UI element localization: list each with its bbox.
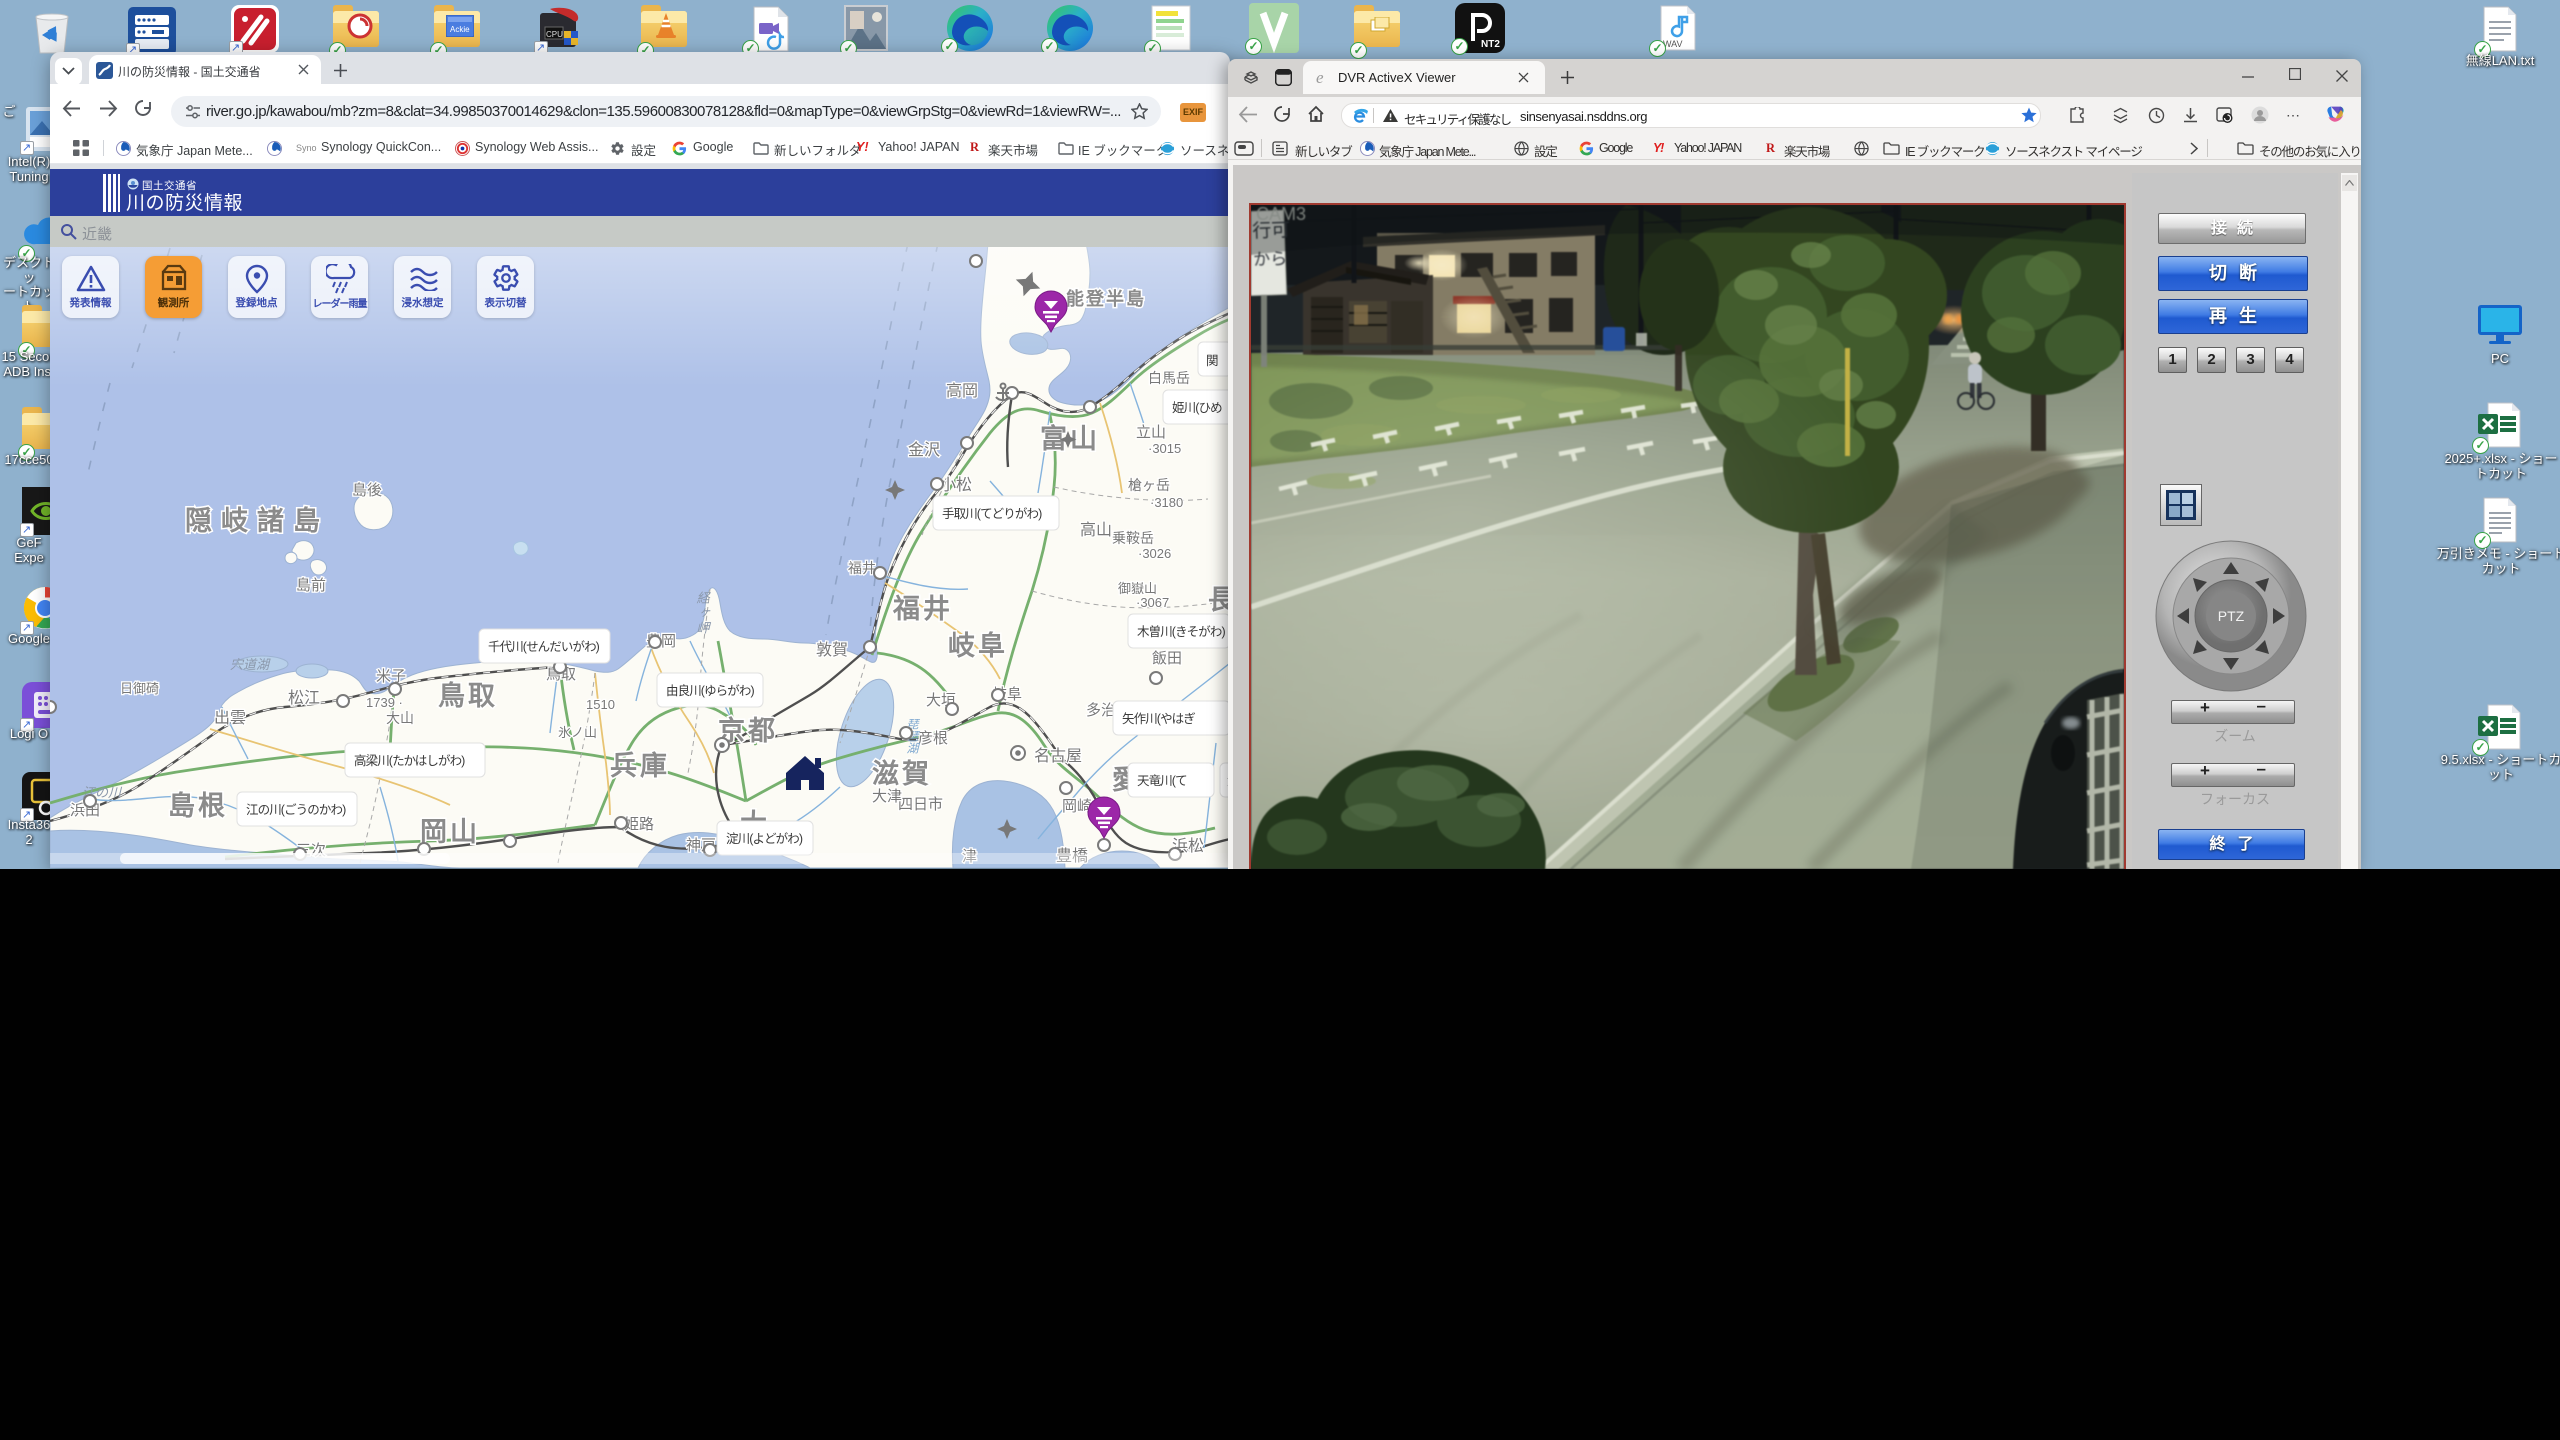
svg-text:氷ノ山: 氷ノ山 [558,725,597,740]
svg-text:岐阜: 岐阜 [948,631,1008,661]
svg-text:由良川(ゆらがわ): 由良川(ゆらがわ) [666,683,754,698]
svg-text:滋賀: 滋賀 [872,759,932,789]
svg-text:立山: 立山 [1136,424,1166,441]
svg-text:宍道湖: 宍道湖 [230,657,271,672]
svg-text:·3180: ·3180 [1150,495,1183,510]
svg-text:天竜川(て: 天竜川(て [1137,774,1187,788]
svg-text:長: 長 [1208,585,1230,615]
svg-text:木曽川(きそがわ): 木曽川(きそがわ) [1137,624,1225,639]
svg-text:金沢: 金沢 [908,441,940,459]
svg-text:高梁川(たかはしがわ): 高梁川(たかはしがわ) [354,753,465,768]
svg-text:Ackie: Ackie [450,25,470,34]
svg-text:御嶽山: 御嶽山 [1118,581,1157,596]
svg-text:千代川(せんだいがわ): 千代川(せんだいがわ) [488,639,600,654]
svg-text:鳥取: 鳥取 [438,681,498,711]
svg-text:能登半島: 能登半島 [1066,288,1146,309]
svg-text:CPU: CPU [546,30,563,39]
svg-text:福井: 福井 [848,560,876,576]
svg-text:槍ヶ岳: 槍ヶ岳 [1128,477,1170,493]
svg-text:大山: 大山 [386,710,414,726]
svg-text:経ヶ岬: 経ヶ岬 [694,591,710,636]
svg-text:隠岐諸島: 隠岐諸島 [185,505,329,536]
svg-text:NT2: NT2 [1481,39,1500,50]
svg-text:PTZ: PTZ [2218,608,2245,624]
svg-text:福井: 福井 [892,594,953,624]
svg-text:高山: 高山 [1080,521,1112,539]
svg-text:関: 関 [1206,354,1218,368]
svg-text:乗鞍岳: 乗鞍岳 [1112,530,1154,546]
svg-text:姫路: 姫路 [624,816,654,833]
svg-text:姫川(ひめ: 姫川(ひめ [1172,401,1222,415]
svg-text:島根: 島根 [168,791,228,821]
svg-text:1739 ·: 1739 · [366,695,403,710]
svg-text:淀川(よどがわ): 淀川(よどがわ) [726,831,803,846]
svg-text:高岡: 高岡 [946,382,978,400]
svg-text:日御碕: 日御碕 [120,681,159,696]
svg-text:島前: 島前 [296,577,326,594]
svg-text:飯田: 飯田 [1152,650,1182,667]
svg-text:大津: 大津 [872,788,902,805]
svg-text:1510: 1510 [586,697,615,712]
svg-text:多治: 多治 [1086,702,1116,719]
svg-text:矢作川(やはぎ: 矢作川(やはぎ [1122,712,1195,726]
svg-text:四日市: 四日市 [898,796,943,813]
svg-text:米子: 米子 [376,668,406,685]
svg-text:小松: 小松 [940,476,972,494]
svg-text:出雲: 出雲 [214,709,246,727]
svg-text:敦賀: 敦賀 [816,641,848,659]
svg-text:彦根: 彦根 [918,730,948,747]
svg-text:·3015: ·3015 [1148,441,1181,456]
svg-text:島後: 島後 [352,482,382,499]
svg-text:兵庫: 兵庫 [610,751,670,781]
svg-text:白馬岳: 白馬岳 [1148,370,1190,386]
svg-text:·3026: ·3026 [1138,546,1171,561]
svg-text:·3067: ·3067 [1136,595,1169,610]
svg-text:岡山: 岡山 [420,817,480,847]
svg-text:手取川(てどりがわ): 手取川(てどりがわ) [942,506,1042,521]
svg-text:江の川(ごうのかわ): 江の川(ごうのかわ) [246,802,346,817]
svg-text:名古屋: 名古屋 [1034,747,1082,765]
svg-text:松江: 松江 [288,689,320,707]
